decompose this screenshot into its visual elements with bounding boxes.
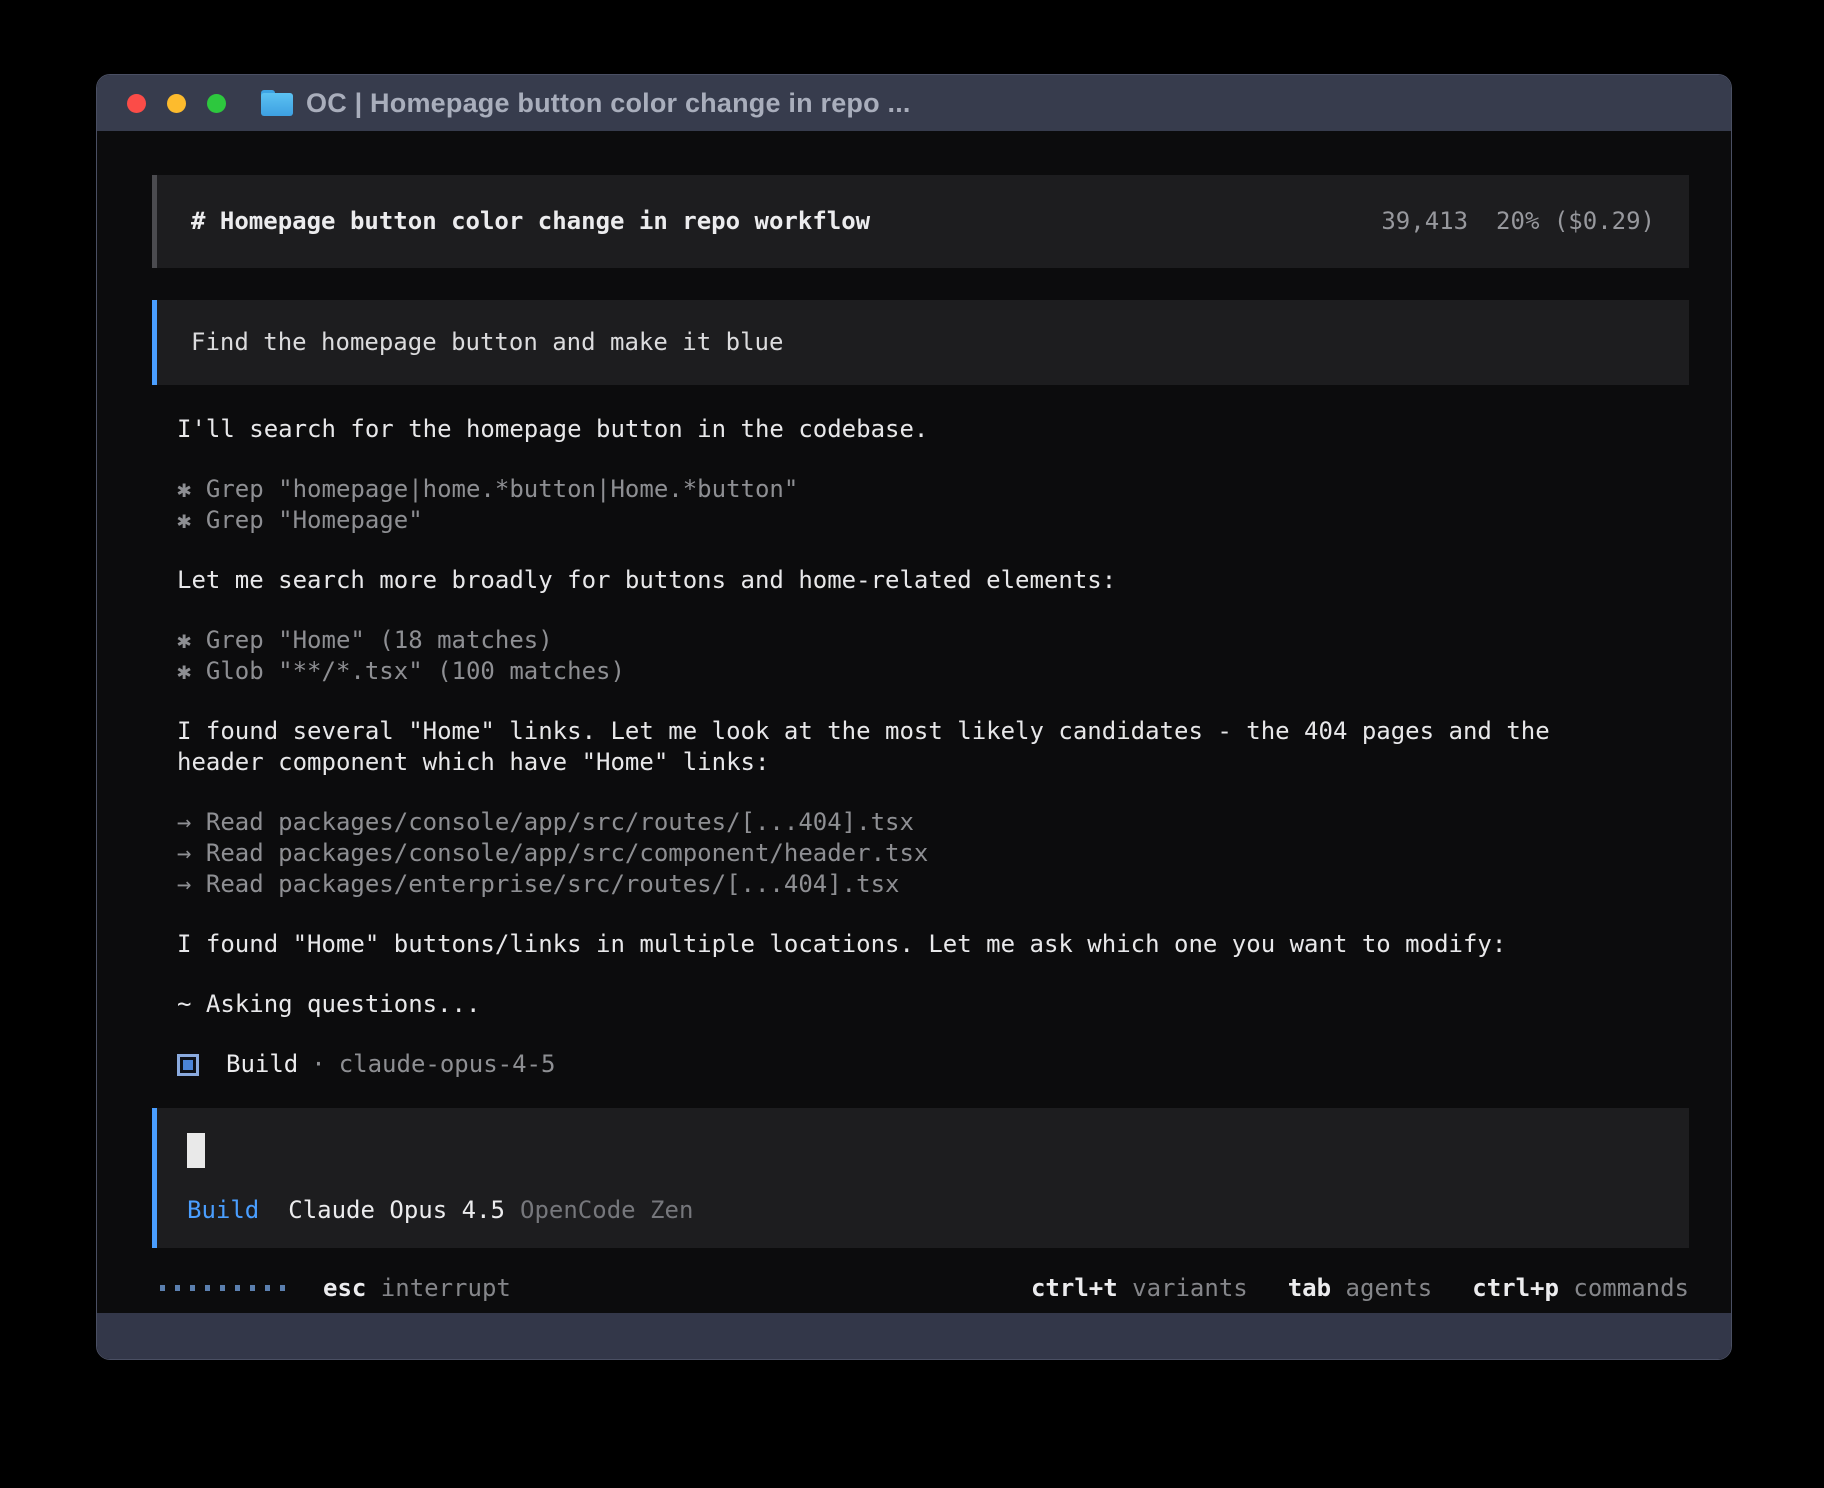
window-footer <box>97 1313 1731 1359</box>
agent-model: claude-opus-4-5 <box>339 1049 556 1080</box>
input-meta: Build Claude Opus 4.5 OpenCode Zen <box>187 1195 1659 1226</box>
folder-icon <box>261 90 293 116</box>
minimize-button[interactable] <box>167 94 186 113</box>
assistant-text: I'll search for the homepage button in t… <box>177 414 1689 445</box>
close-button[interactable] <box>127 94 146 113</box>
assistant-transcript: I'll search for the homepage button in t… <box>152 385 1689 1080</box>
token-count: 39,413 <box>1381 207 1468 235</box>
activity-dots-icon <box>160 1285 285 1291</box>
shortcut-agents: tab agents <box>1288 1273 1433 1304</box>
tool-call: → Read packages/console/app/src/componen… <box>177 838 1689 869</box>
zoom-button[interactable] <box>207 94 226 113</box>
text-cursor <box>187 1133 205 1168</box>
tool-calls-search: ✱ Grep "Home" (18 matches) ✱ Glob "**/*.… <box>177 625 1689 687</box>
build-agent-icon <box>177 1054 199 1076</box>
terminal-content: # Homepage button color change in repo w… <box>97 131 1731 1313</box>
asking-questions-status: ~ Asking questions... <box>177 989 1689 1020</box>
status-bar: esc interrupt ctrl+t variants tab agents… <box>152 1268 1689 1308</box>
agent-name: Build <box>226 1049 298 1080</box>
tool-calls-read: → Read packages/console/app/src/routes/[… <box>177 807 1689 900</box>
assistant-text: I found several "Home" links. Let me loo… <box>177 716 1689 778</box>
mode-label: Build <box>187 1195 259 1226</box>
user-message: Find the homepage button and make it blu… <box>152 300 1689 385</box>
tool-call: ✱ Grep "Homepage" <box>177 505 1689 536</box>
shortcut-variants: ctrl+t variants <box>1031 1273 1248 1304</box>
titlebar: OC | Homepage button color change in rep… <box>97 75 1731 131</box>
tool-call: → Read packages/enterprise/src/routes/[.… <box>177 869 1689 900</box>
shortcut-hints: ctrl+t variants tab agents ctrl+p comman… <box>1031 1273 1689 1304</box>
tool-call: ✱ Grep "homepage|home.*button|Home.*butt… <box>177 474 1689 505</box>
session-stats: 39,413 20% ($0.29) <box>1381 206 1655 237</box>
tool-call: ✱ Glob "**/*.tsx" (100 matches) <box>177 656 1689 687</box>
separator-dot: · <box>311 1049 325 1080</box>
shortcut-commands: ctrl+p commands <box>1472 1273 1689 1304</box>
tool-call: ✱ Grep "Home" (18 matches) <box>177 625 1689 656</box>
terminal-window: OC | Homepage button color change in rep… <box>96 74 1732 1360</box>
window-title: OC | Homepage button color change in rep… <box>306 88 911 119</box>
user-message-text: Find the homepage button and make it blu… <box>191 328 783 356</box>
session-header: # Homepage button color change in repo w… <box>152 175 1689 268</box>
tool-call: → Read packages/console/app/src/routes/[… <box>177 807 1689 838</box>
provider-label: OpenCode Zen <box>520 1195 693 1226</box>
shortcut-interrupt: esc interrupt <box>323 1273 511 1304</box>
agent-badge: Build · claude-opus-4-5 <box>177 1049 1689 1080</box>
prompt-input[interactable]: Build Claude Opus 4.5 OpenCode Zen <box>152 1108 1689 1248</box>
assistant-text: I found "Home" buttons/links in multiple… <box>177 929 1689 960</box>
tool-calls-grep: ✱ Grep "homepage|home.*button|Home.*butt… <box>177 474 1689 536</box>
context-cost: 20% ($0.29) <box>1496 207 1655 235</box>
session-title: # Homepage button color change in repo w… <box>191 206 870 237</box>
model-label: Claude Opus 4.5 <box>288 1195 505 1226</box>
assistant-text: Let me search more broadly for buttons a… <box>177 565 1689 596</box>
